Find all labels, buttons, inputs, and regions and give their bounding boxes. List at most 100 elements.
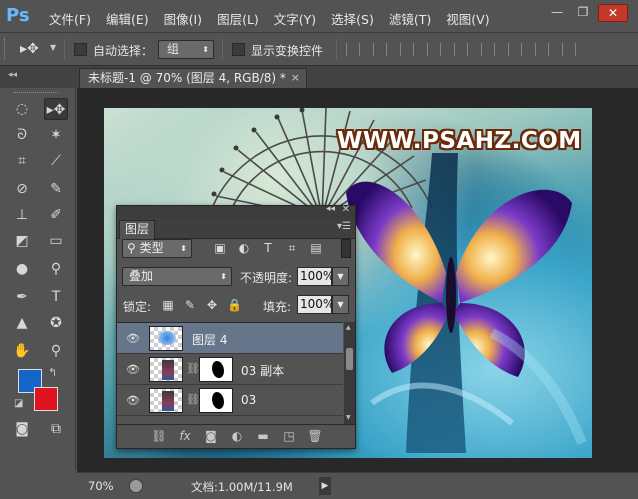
custom-shape-tool-icon[interactable]: ✪ [44,312,68,334]
scrollbar-thumb[interactable] [346,348,353,370]
close-button[interactable]: ✕ [598,4,628,22]
new-group-icon[interactable]: ▬ [255,429,271,443]
blend-mode-value: 叠加 [129,269,154,283]
hand-tool-icon[interactable]: ✋ [10,340,34,362]
zoom-tool-icon[interactable]: ⚲ [44,340,68,362]
lock-position-icon[interactable]: ✥ [205,298,219,312]
swap-colors-icon[interactable]: ↰ [48,366,57,379]
eye-icon[interactable]: 👁 [126,363,140,376]
fx-icon[interactable]: fx [177,429,193,443]
layer-mask-thumbnail[interactable] [199,357,233,382]
blur-tool-icon[interactable]: ● [10,258,34,280]
menu-image[interactable]: 图像(I) [164,9,202,28]
collapse-panel-icon[interactable]: ◂◂ [326,204,335,214]
link-layers-icon[interactable]: ⛓ [151,429,167,443]
quick-mask-icon[interactable]: ◙ [10,418,34,440]
menu-layer[interactable]: 图层(L) [217,9,259,28]
trash-icon[interactable]: 🗑 [307,429,323,443]
document-tab[interactable]: 未标题-1 @ 70% (图层 4, RGB/8) * × [79,68,307,88]
options-bar-grip[interactable] [4,38,8,60]
chevron-down-icon[interactable]: ▼ [50,43,56,52]
fill-input[interactable]: 100% [297,295,334,314]
gradient-tool-icon[interactable]: ▭ [44,230,68,252]
menu-filter[interactable]: 滤镜(T) [389,9,431,28]
new-layer-icon[interactable]: ◳ [281,429,297,443]
crop-tool-icon[interactable]: ⌗ [10,150,34,172]
magic-wand-tool-icon[interactable]: ✶ [44,124,68,146]
minimize-button[interactable]: — [546,4,568,22]
opacity-input[interactable]: 100% [297,267,334,286]
smart-object-filter-icon[interactable]: ▤ [309,241,323,256]
type-tool-icon[interactable]: T [44,286,68,308]
layer-row[interactable]: 👁 ⛓ 03 [117,385,343,416]
opacity-slider-button[interactable]: ▼ [332,267,349,286]
panel-menu-icon[interactable]: ▾☰ [337,221,351,232]
background-color-swatch[interactable] [34,387,58,411]
distribute-vcenter-icon[interactable] [535,43,549,56]
align-right-icon[interactable] [481,43,495,56]
align-top-icon[interactable] [346,43,360,56]
lock-transparency-icon[interactable]: ▦ [161,298,175,312]
toolbox-grip[interactable] [14,92,58,95]
close-panel-icon[interactable]: ✕ [342,204,350,215]
tab-layers[interactable]: 图层 [119,220,155,239]
pen-tool-icon[interactable]: ✒ [10,286,34,308]
align-vcenter-icon[interactable] [373,43,387,56]
layer-row[interactable]: 👁 ⛓ 03 副本 [117,354,343,385]
eye-icon[interactable]: 👁 [126,394,140,407]
clone-stamp-tool-icon[interactable]: ⊥ [10,204,34,226]
menu-view[interactable]: 视图(V) [446,9,489,28]
menu-select[interactable]: 选择(S) [331,9,374,28]
layer-row[interactable]: 👁 图层 4 [117,323,343,354]
dodge-tool-icon[interactable]: ⚲ [44,258,68,280]
align-hcenter-icon[interactable] [454,43,468,56]
lock-all-icon[interactable]: 🔒 [227,298,242,312]
distribute-bottom-icon[interactable] [562,43,576,56]
move-tool-icon[interactable]: ▸✥ [44,98,68,120]
brush-tool-icon[interactable]: ✎ [44,178,68,200]
menu-type[interactable]: 文字(Y) [274,9,316,28]
fill-slider-button[interactable]: ▼ [332,295,349,314]
adjustment-filter-icon[interactable]: ◐ [237,241,251,256]
distribute-top-icon[interactable] [508,43,522,56]
pixel-filter-icon[interactable]: ▣ [213,241,227,256]
proof-icon[interactable] [129,479,143,493]
zoom-level[interactable]: 70% [77,478,119,495]
shape-filter-icon[interactable]: ⌗ [285,241,299,256]
align-bottom-icon[interactable] [400,43,414,56]
layers-panel-header[interactable]: ◂◂ ✕ [117,204,355,218]
eye-icon[interactable]: 👁 [126,332,140,345]
scroll-down-icon[interactable]: ▼ [346,414,351,421]
blend-mode-dropdown[interactable]: 叠加 ⬍ [122,267,232,286]
auto-select-checkbox[interactable] [74,43,87,56]
layer-mask-thumbnail[interactable] [199,388,233,413]
layer-list-scrollbar[interactable]: ▲ ▼ [344,322,355,424]
lasso-tool-icon[interactable]: ᘐ [10,124,34,146]
auto-select-dropdown[interactable]: 组 ⬍ [158,40,214,59]
type-filter-icon[interactable]: T [261,241,275,256]
menu-file[interactable]: 文件(F) [49,9,91,28]
eyedropper-tool-icon[interactable]: ⟋ [44,150,68,172]
move-tool-icon[interactable]: ▸✥ [20,41,39,57]
screen-mode-icon[interactable]: ⧉ [44,418,68,440]
close-icon[interactable]: × [291,69,300,87]
align-left-icon[interactable] [427,43,441,56]
restore-button[interactable]: ❐ [572,4,594,22]
new-adjustment-icon[interactable]: ◐ [229,429,245,443]
add-mask-icon[interactable]: ◙ [203,429,219,443]
filter-toggle[interactable] [341,239,351,258]
collapse-icon[interactable]: ◂◂ [8,70,17,80]
default-colors-icon[interactable]: ◪ [14,398,23,409]
path-selection-tool-icon[interactable]: ▲ [10,312,34,334]
scroll-up-icon[interactable]: ▲ [346,324,351,331]
show-transform-label: 显示变换控件 [251,44,324,58]
history-brush-tool-icon[interactable]: ✐ [44,204,68,226]
healing-brush-tool-icon[interactable]: ⊘ [10,178,34,200]
layer-filter-dropdown[interactable]: ⚲ 类型 ⬍ [122,239,192,258]
marquee-tool-icon[interactable]: ◌ [10,98,34,120]
menu-edit[interactable]: 编辑(E) [106,9,149,28]
eraser-tool-icon[interactable]: ◩ [10,230,34,252]
lock-pixels-icon[interactable]: ✎ [183,298,197,312]
show-transform-checkbox[interactable] [232,43,245,56]
status-menu-arrow-icon[interactable]: ▶ [319,477,331,495]
